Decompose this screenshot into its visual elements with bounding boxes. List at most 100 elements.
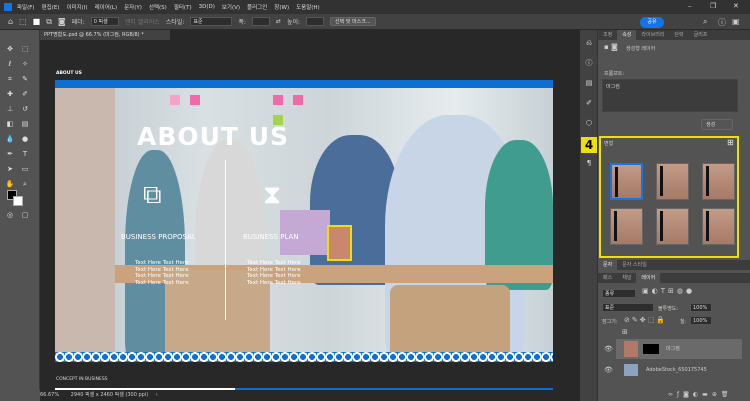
path-select-icon[interactable]: ➤ — [5, 164, 15, 174]
screen-mode-icon[interactable]: ▢ — [20, 210, 30, 220]
gradient-icon[interactable]: ▤ — [20, 119, 30, 129]
menu-file[interactable]: 파일(F) — [17, 3, 35, 11]
move-tool-icon[interactable]: ✥ — [5, 44, 15, 54]
style-label: 스타일: — [165, 19, 185, 26]
navigator-panel-icon[interactable]: ▤ — [584, 78, 594, 88]
lock-icons[interactable]: ⊘✎✥⬚🔒 — [624, 316, 667, 324]
history-brush-icon[interactable]: ↺ — [20, 104, 30, 114]
select-and-mask-button[interactable]: 선택 및 마스크... — [330, 17, 376, 26]
visibility-eye-icon[interactable]: 👁 — [604, 360, 613, 380]
blend-mode-select[interactable]: 표준 — [602, 303, 654, 312]
menu-3d[interactable]: 3D(D) — [199, 4, 215, 10]
dodge-icon[interactable]: ● — [20, 134, 30, 144]
layer-filter-icons[interactable]: ▣◐T⊞◍● — [642, 287, 695, 295]
status-arrow-icon[interactable]: › — [156, 392, 158, 398]
lasso-tool-icon[interactable]: ℓ — [5, 59, 15, 69]
tab-properties[interactable]: 속성 — [617, 30, 637, 40]
style-select[interactable]: 표준 — [190, 17, 233, 26]
sticky-note — [273, 95, 283, 105]
variation-thumbnail[interactable] — [656, 208, 689, 245]
hand-tool-icon[interactable]: ✋ — [5, 179, 15, 189]
menu-select[interactable]: 선택(S) — [149, 3, 167, 11]
tab-layers[interactable]: 레이어 — [636, 273, 661, 283]
zoom-tool-icon[interactable]: ⌕ — [20, 179, 30, 189]
menu-edit[interactable]: 편집(E) — [42, 3, 60, 11]
col1-heading: BUSINESS PROPOSAL — [121, 233, 196, 241]
feather-input[interactable]: 0 픽셀 — [90, 17, 119, 26]
background-color-swatch[interactable] — [13, 196, 23, 206]
shape-tool-icon[interactable]: ▭ — [20, 164, 30, 174]
type-tool-icon[interactable]: T — [20, 149, 30, 159]
menu-filter[interactable]: 필터(T) — [174, 3, 192, 11]
document-tab[interactable]: PPT명함도.psd @ 66.7% (마그컴, RGB/8) * — [40, 30, 170, 40]
search-icon[interactable]: ⌕ — [703, 17, 707, 27]
home-icon[interactable]: ⌂ — [8, 17, 13, 26]
layer-filter-select[interactable]: 종류 — [602, 289, 636, 298]
stamp-tool-icon[interactable]: ⊥ — [5, 104, 15, 114]
add-selection-icon[interactable]: ⧉ — [46, 17, 52, 27]
zoom-level[interactable]: 66.67% — [40, 392, 59, 398]
restore-icon[interactable]: ❐ — [710, 2, 716, 10]
brush-tool-icon[interactable]: ✐ — [20, 89, 30, 99]
quick-mask-icon[interactable]: ◎ — [5, 210, 15, 220]
info-panel-icon[interactable]: ⓘ — [584, 58, 594, 68]
tab-glyphs[interactable]: 글리프 — [689, 30, 713, 40]
tab-paragraph[interactable]: 단락 — [669, 30, 688, 40]
artboard-image[interactable]: ABOUT US ⧉ ⧗ BUSINESS PROPOSAL BUSINESS … — [55, 80, 553, 362]
layer-row[interactable]: 👁 AdobeStock_650175745 — [604, 360, 742, 380]
layer-actions-icons[interactable]: ∞ƒ◙◐▬⊕🗑 — [668, 391, 732, 398]
tab-channels[interactable]: 채널 — [617, 273, 636, 283]
antialias-checkbox[interactable]: 앤티 앨리어스 — [125, 17, 160, 26]
grid-view-icon[interactable]: ⊞ — [727, 138, 734, 147]
tab-adjustments[interactable]: 조정 — [598, 30, 617, 40]
artboard-tool-icon[interactable]: ⬚ — [20, 44, 30, 54]
workspace-icon[interactable]: ▣ — [732, 17, 740, 26]
menu-layer[interactable]: 레이어(L) — [95, 3, 118, 11]
paragraph-panel-icon[interactable]: ¶ — [584, 158, 594, 168]
tab-character[interactable]: 문자 — [598, 260, 618, 270]
eraser-icon[interactable]: ◧ — [5, 119, 15, 129]
menu-help[interactable]: 도움말(H) — [296, 3, 320, 11]
layer-row[interactable]: 👁 마그컴 — [604, 339, 742, 359]
variation-thumbnail[interactable] — [656, 163, 689, 200]
history-panel-icon[interactable]: ⎌ — [584, 38, 594, 48]
menu-view[interactable]: 보기(V) — [222, 3, 240, 11]
visibility-eye-icon[interactable]: 👁 — [604, 339, 613, 359]
subtract-selection-icon[interactable]: ◙ — [58, 17, 66, 26]
menu-image[interactable]: 이미지(I) — [66, 3, 87, 11]
pen-tool-icon[interactable]: ✒ — [5, 149, 15, 159]
menu-type[interactable]: 문자(Y) — [124, 3, 142, 11]
tab-character-styles[interactable]: 문자 스타일 — [617, 260, 652, 270]
eyedropper-icon[interactable]: ✎ — [20, 74, 30, 84]
artboard-group-icon: ⊞ — [622, 328, 628, 336]
variation-thumbnail[interactable] — [702, 208, 735, 245]
swap-icon[interactable]: ⇄ — [276, 18, 281, 25]
menu-window[interactable]: 창(W) — [274, 3, 289, 11]
healing-brush-icon[interactable]: ✚ — [5, 89, 15, 99]
help-icon[interactable]: ⓘ — [718, 17, 726, 28]
variations-label: 변형 — [604, 141, 614, 147]
marquee-icon[interactable]: ⬚ — [19, 17, 27, 26]
tab-libraries[interactable]: 라이브러리 — [636, 30, 669, 40]
height-input[interactable] — [306, 17, 325, 26]
magic-wand-icon[interactable]: ✧ — [20, 59, 30, 69]
width-input[interactable] — [251, 17, 270, 26]
blur-icon[interactable]: 💧 — [5, 134, 15, 144]
variation-thumbnail[interactable] — [702, 163, 735, 200]
new-selection-icon[interactable]: ■ — [33, 17, 41, 26]
variation-thumbnail[interactable] — [610, 208, 643, 245]
generated-object-selection[interactable] — [327, 225, 352, 261]
opacity-input[interactable]: 100% — [690, 303, 712, 312]
share-button[interactable]: 공유 — [640, 17, 664, 28]
minimize-icon[interactable]: – — [688, 2, 692, 10]
3d-panel-icon[interactable]: ⬡ — [584, 118, 594, 128]
close-icon[interactable]: ✕ — [733, 2, 739, 10]
brush-panel-icon[interactable]: ✐ — [584, 98, 594, 108]
crop-tool-icon[interactable]: ⌗ — [5, 74, 15, 84]
menu-plugins[interactable]: 플러그인 — [247, 3, 267, 11]
variation-thumbnail[interactable] — [610, 163, 643, 200]
prompt-input[interactable]: 마그컴 — [602, 79, 738, 112]
tab-paths[interactable]: 패스 — [598, 273, 617, 283]
generate-button[interactable]: 생성 — [701, 119, 733, 130]
fill-input[interactable]: 100% — [690, 316, 712, 325]
